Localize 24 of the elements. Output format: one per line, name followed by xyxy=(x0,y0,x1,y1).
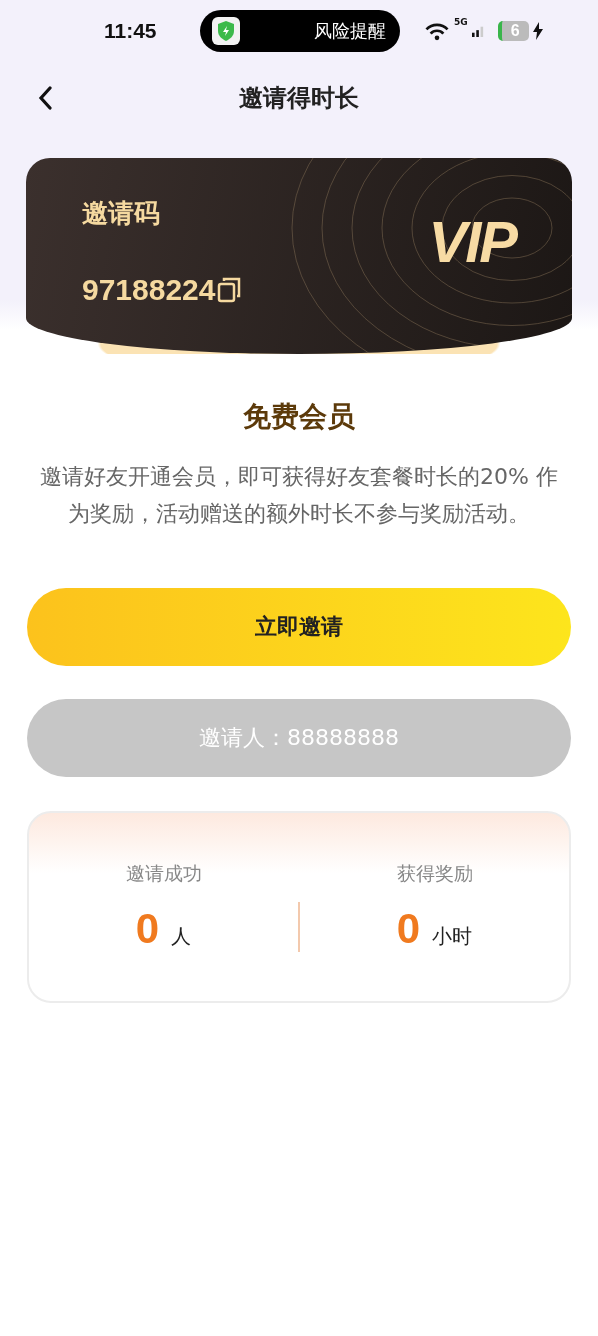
status-time: 11:45 xyxy=(104,19,158,43)
wifi-icon xyxy=(424,21,450,41)
page-title: 邀请得时长 xyxy=(239,83,359,114)
invite-code-label: 邀请码 xyxy=(82,197,161,230)
stat-label: 邀请成功 xyxy=(125,861,202,886)
network-label: 5G xyxy=(454,17,468,27)
copy-icon[interactable] xyxy=(217,277,242,303)
shield-icon xyxy=(212,17,240,45)
alert-pill[interactable]: 风险提醒 xyxy=(200,10,400,52)
signal-icon xyxy=(471,24,484,38)
vip-logo: VIP xyxy=(428,208,516,276)
stat-label: 获得奖励 xyxy=(396,861,473,886)
battery-indicator: 6 xyxy=(497,21,529,41)
stat-unit: 小时 xyxy=(432,923,473,950)
invite-code: 97188224 xyxy=(82,273,216,307)
description-text: 邀请好友开通会员，即可获得好友套餐时长的20% 作为奖励，活动赠送的额外时长不参与奖励活动。 xyxy=(39,463,559,528)
invite-button[interactable]: 立即邀请 xyxy=(27,588,571,666)
stat-value: 0 xyxy=(396,905,421,953)
inviter-bar: 邀请人：88888888 xyxy=(27,699,571,777)
back-icon[interactable] xyxy=(38,86,52,110)
stat-value: 0 xyxy=(135,905,160,953)
alert-text: 风险提醒 xyxy=(314,19,386,43)
stat-unit: 人 xyxy=(171,923,192,950)
section-title: 免费会员 xyxy=(243,399,355,435)
